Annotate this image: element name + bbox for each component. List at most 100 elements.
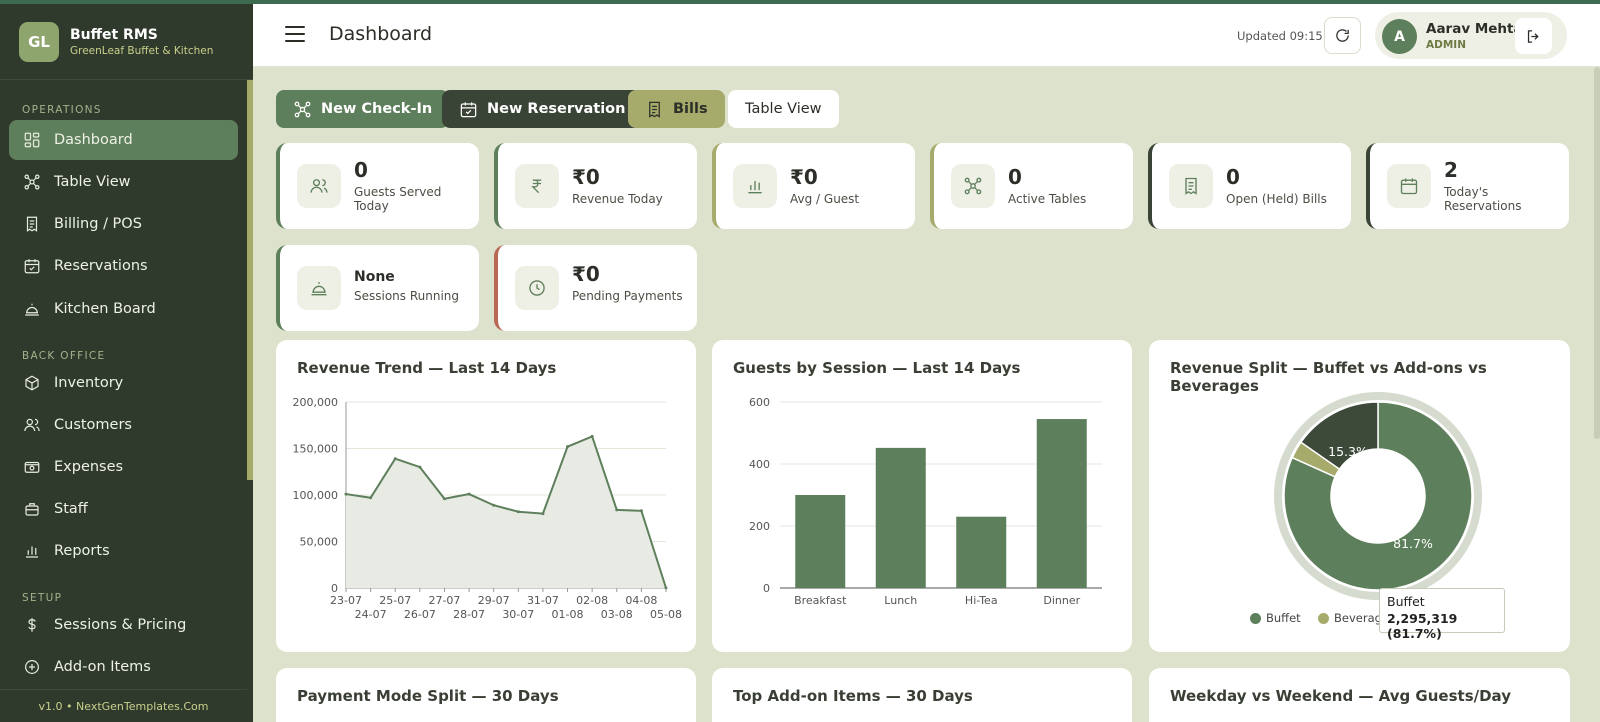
data-point bbox=[393, 457, 397, 461]
user-menu[interactable]: A Aarav Mehta ADMIN bbox=[1375, 12, 1567, 59]
tooltip-value: 2,295,319 (81.7%) bbox=[1387, 611, 1458, 641]
briefcase-icon bbox=[25, 503, 39, 516]
tooltip-label: Buffet bbox=[1387, 594, 1425, 609]
stat-card-guests-served: 0 Guests Served Today bbox=[276, 143, 479, 229]
new-reservation-button[interactable]: New Reservation bbox=[442, 90, 643, 128]
guests-by-session-chart[interactable]: 0 200 400 600 Breakfast Lunch Hi-Tea Dinner bbox=[712, 340, 1132, 652]
brand: GL Buffet RMS GreenLeaf Buffet & Kitchen bbox=[0, 4, 253, 80]
card-title: Weekday vs Weekend — Avg Guests/Day bbox=[1170, 687, 1511, 705]
sidebar-scrollbar[interactable] bbox=[247, 80, 253, 480]
table-view-icon bbox=[24, 174, 40, 190]
bar-chart-icon bbox=[26, 546, 38, 558]
section-label-setup: SETUP bbox=[22, 592, 63, 604]
payment-mode-card: Payment Mode Split — 30 Days bbox=[276, 668, 696, 722]
stat-label: Active Tables bbox=[1008, 192, 1087, 206]
calendar-icon bbox=[1400, 178, 1418, 195]
updated-time: Updated 09:15 bbox=[1237, 29, 1323, 43]
sidebar-item-kitchen-board[interactable]: Kitchen Board bbox=[9, 289, 238, 329]
x-tick-label: Breakfast bbox=[794, 594, 847, 607]
data-point bbox=[590, 434, 594, 438]
bills-button[interactable]: Bills bbox=[628, 90, 725, 128]
x-tick-label: Dinner bbox=[1043, 594, 1080, 607]
x-tick-label: 26-07 bbox=[404, 608, 436, 621]
revenue-trend-card: Revenue Trend — Last 14 Days 0 50,000 100,… bbox=[276, 340, 696, 652]
sidebar-footer: v1.0 • NextGenTemplates.Com bbox=[0, 689, 247, 722]
y-tick-label: 100,000 bbox=[293, 489, 339, 502]
table-view-button[interactable]: Table View bbox=[728, 90, 839, 128]
sidebar-item-addon-items[interactable]: Add-on Items bbox=[9, 647, 238, 687]
new-check-in-button[interactable]: New Check-In bbox=[276, 90, 450, 128]
sidebar-item-reservations[interactable]: Reservations bbox=[9, 246, 238, 286]
legend-item-beverages[interactable]: Beverag bbox=[1318, 611, 1382, 625]
new-check-in-label: New Check-In bbox=[321, 101, 433, 117]
sidebar-item-sessions-pricing[interactable]: Sessions & Pricing bbox=[9, 605, 238, 645]
user-name: Aarav Mehta bbox=[1426, 21, 1523, 37]
x-tick-label: 03-08 bbox=[601, 608, 633, 621]
sidebar-item-inventory[interactable]: Inventory bbox=[9, 363, 238, 403]
brand-logo: GL bbox=[19, 21, 59, 62]
refresh-button[interactable] bbox=[1324, 17, 1361, 54]
legend-dot bbox=[1318, 612, 1329, 624]
x-tick-label: 31-07 bbox=[527, 594, 559, 607]
revenue-split-chart[interactable]: 81.7% 15.3% bbox=[1149, 340, 1570, 652]
brand-title: Buffet RMS bbox=[70, 26, 158, 43]
user-role: ADMIN bbox=[1426, 39, 1466, 51]
sidebar-item-staff[interactable]: Staff bbox=[9, 489, 238, 529]
bar-breakfast bbox=[795, 495, 846, 588]
legend-dot bbox=[1250, 612, 1261, 624]
legend-label: Buffet bbox=[1266, 611, 1301, 625]
x-tick-label: 04-08 bbox=[625, 594, 657, 607]
clock-icon bbox=[529, 280, 545, 296]
refresh-icon bbox=[1336, 29, 1349, 42]
x-tick-label: 29-07 bbox=[478, 594, 510, 607]
guests-by-session-card: Guests by Session — Last 14 Days 0 200 400… bbox=[712, 340, 1132, 652]
stat-card-active-tables: 0 Active Tables bbox=[930, 143, 1133, 229]
menu-toggle-icon[interactable] bbox=[285, 26, 305, 43]
sidebar-item-billing[interactable]: Billing / POS bbox=[9, 204, 238, 244]
y-tick-label: 200,000 bbox=[293, 396, 339, 409]
page-scrollbar[interactable] bbox=[1594, 67, 1600, 439]
sidebar-item-dashboard[interactable]: Dashboard bbox=[9, 120, 238, 160]
avatar: A bbox=[1382, 19, 1417, 54]
chart-tooltip: Buffet 2,295,319 (81.7%) bbox=[1379, 588, 1505, 641]
stat-value: ₹0 bbox=[572, 262, 600, 286]
sidebar-item-label: Dashboard bbox=[54, 132, 133, 148]
y-tick-label: 400 bbox=[749, 458, 770, 471]
sidebar-item-customers[interactable]: Customers bbox=[9, 405, 238, 445]
stat-label: Revenue Today bbox=[572, 192, 663, 206]
logout-icon bbox=[1527, 29, 1539, 43]
stat-value: 2 bbox=[1444, 158, 1458, 182]
x-tick-label: 05-08 bbox=[650, 608, 682, 621]
revenue-trend-chart[interactable]: 050,000100,000150,000200,00023-0724-0725… bbox=[276, 340, 696, 652]
x-tick-label: 02-08 bbox=[576, 594, 608, 607]
x-tick-label: 25-07 bbox=[379, 594, 411, 607]
data-point bbox=[442, 497, 446, 501]
x-tick-label: 27-07 bbox=[428, 594, 460, 607]
table-view-icon bbox=[294, 101, 311, 117]
data-point bbox=[615, 508, 619, 512]
sidebar-item-label: Expenses bbox=[54, 459, 124, 475]
sidebar-item-reports[interactable]: Reports bbox=[9, 531, 238, 571]
sidebar-item-label: Kitchen Board bbox=[54, 301, 156, 317]
x-tick-label: 28-07 bbox=[453, 608, 485, 621]
dashboard-icon bbox=[24, 132, 40, 148]
wallet-icon bbox=[24, 461, 40, 473]
stat-card-reservations: 2 Today's Reservations bbox=[1366, 143, 1569, 229]
card-title: Payment Mode Split — 30 Days bbox=[297, 687, 559, 705]
data-point bbox=[639, 509, 643, 513]
bills-label: Bills bbox=[673, 101, 708, 117]
sidebar-item-label: Table View bbox=[54, 174, 131, 190]
sidebar-item-expenses[interactable]: Expenses bbox=[9, 447, 238, 487]
revenue-split-card: Revenue Split — Buffet vs Add-ons vs Bev… bbox=[1149, 340, 1570, 652]
cloche-icon bbox=[25, 303, 39, 316]
logout-button[interactable] bbox=[1515, 18, 1552, 54]
stat-label: Sessions Running bbox=[354, 289, 460, 303]
stat-label: Open (Held) Bills bbox=[1226, 192, 1327, 206]
top-addons-card: Top Add-on Items — 30 Days bbox=[712, 668, 1132, 722]
stat-card-open-bills: 0 Open (Held) Bills bbox=[1148, 143, 1351, 229]
data-point bbox=[516, 510, 520, 514]
y-tick-label: 600 bbox=[749, 396, 770, 409]
legend-item-buffet[interactable]: Buffet bbox=[1250, 611, 1301, 625]
slice-label-buffet: 81.7% bbox=[1393, 536, 1433, 551]
sidebar-item-table-view[interactable]: Table View bbox=[9, 162, 238, 202]
